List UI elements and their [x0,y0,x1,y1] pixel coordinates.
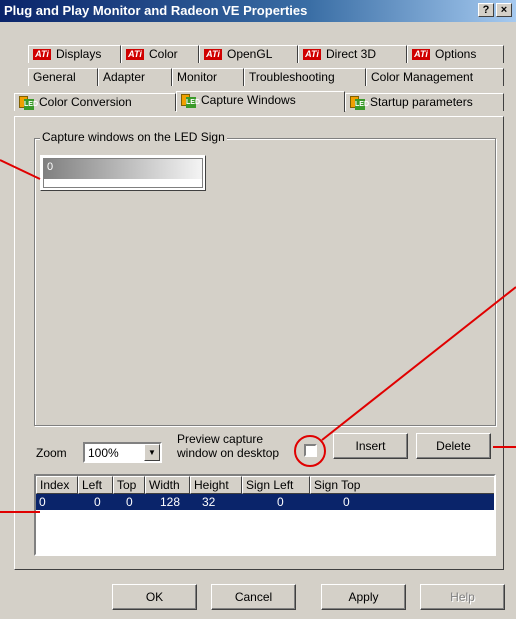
delete-button[interactable]: Delete [416,433,491,459]
tab-displays[interactable]: ATi Displays [28,45,121,63]
led-sign-icon: LED [350,95,369,110]
preview-label-line1: Preview capture [177,432,264,446]
preview-label-line2: window on desktop [177,446,280,460]
column-header-width[interactable]: Width [145,476,190,494]
window-title: Plug and Play Monitor and Radeon VE Prop… [4,3,308,18]
cell-top: 0 [126,495,133,509]
ati-logo-icon: ATi [204,49,222,61]
led-sign-icon: LED [19,95,38,110]
table-row[interactable]: 0 0 0 128 32 0 0 [36,494,494,510]
tab-color[interactable]: ATi Color [121,45,199,63]
ati-logo-icon: ATi [303,49,321,61]
column-header-top[interactable]: Top [113,476,145,494]
tab-label: Displays [56,47,102,61]
close-icon[interactable]: × [496,3,512,17]
tab-label: Color [149,47,178,61]
tab-adapter[interactable]: Adapter [98,68,172,86]
column-header-index[interactable]: Index [36,476,78,494]
column-header-height[interactable]: Height [190,476,242,494]
chevron-down-icon[interactable]: ▼ [144,444,160,461]
cell-width: 128 [160,495,181,509]
tab-monitor[interactable]: Monitor [172,68,244,86]
tab-label: Options [435,47,477,61]
ati-logo-icon: ATi [412,49,430,61]
help-title-button[interactable]: ? [478,3,494,17]
led-sign-icon: LED [181,93,200,108]
help-button: Help [420,584,505,610]
tab-color-conversion[interactable]: LED Color Conversion [14,93,176,111]
tab-label: Color Conversion [39,95,132,109]
cancel-button[interactable]: Cancel [211,584,296,610]
cell-sign-left: 0 [277,495,284,509]
cell-left: 0 [94,495,101,509]
cell-height: 32 [202,495,216,509]
ok-button[interactable]: OK [112,584,197,610]
zoom-select[interactable]: 100% ▼ [83,442,162,463]
preview-checkbox[interactable] [304,444,317,457]
capture-window-thumbnail[interactable]: 0 [40,155,206,191]
group-label: Capture windows on the LED Sign [40,130,227,144]
capture-window-index: 0 [47,161,54,173]
apply-button[interactable]: Apply [321,584,406,610]
column-header-sign-left[interactable]: Sign Left [242,476,310,494]
properties-dialog: Plug and Play Monitor and Radeon VE Prop… [0,0,516,619]
ati-logo-icon: ATi [33,49,51,61]
table-header: Index Left Top Width Height Sign Left Si… [36,476,494,494]
tab-startup-parameters[interactable]: LED Startup parameters [345,93,504,111]
cell-index: 0 [39,495,46,509]
tab-opengl[interactable]: ATi OpenGL [199,45,298,63]
tab-label: Capture Windows [201,93,296,107]
tab-direct3d[interactable]: ATi Direct 3D [298,45,407,63]
zoom-value: 100% [88,446,119,460]
column-header-left[interactable]: Left [78,476,113,494]
tab-capture-windows[interactable]: LED Capture Windows [176,91,345,112]
column-header-sign-top[interactable]: Sign Top [310,476,494,494]
tab-color-management[interactable]: Color Management [366,68,504,86]
zoom-label: Zoom [36,446,67,460]
tab-label: OpenGL [227,47,273,61]
tab-options[interactable]: ATi Options [407,45,504,63]
ati-logo-icon: ATi [126,49,144,61]
insert-button[interactable]: Insert [333,433,408,459]
tab-general[interactable]: General [28,68,98,86]
tab-label: Startup parameters [370,95,473,109]
cell-sign-top: 0 [343,495,350,509]
title-bar: Plug and Play Monitor and Radeon VE Prop… [0,0,516,22]
capture-windows-table[interactable]: Index Left Top Width Height Sign Left Si… [34,474,496,556]
tab-troubleshooting[interactable]: Troubleshooting [244,68,366,86]
tab-label: Direct 3D [326,47,377,61]
